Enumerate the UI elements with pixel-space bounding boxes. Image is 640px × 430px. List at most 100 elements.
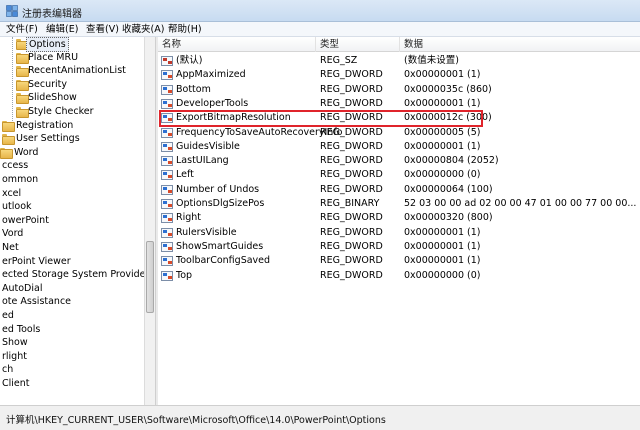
tree-item-label: User Settings <box>16 133 80 145</box>
value-type: REG_DWORD <box>320 240 383 252</box>
tree-item-show[interactable]: Show <box>0 336 144 349</box>
value-data: 0x00000000 (0) <box>404 269 481 281</box>
folder-icon <box>16 93 29 105</box>
tree-item-net[interactable]: Net <box>0 241 144 254</box>
tree-item-access[interactable]: ccess <box>0 159 144 172</box>
tree-item-remote-assistance[interactable]: ote Assistance <box>0 295 144 308</box>
value-data: 0x00000001 (1) <box>404 240 481 252</box>
menu-help[interactable]: 帮助(H) <box>166 23 204 36</box>
tree-item-options[interactable]: Options <box>0 37 144 52</box>
tree-scrollbar[interactable] <box>144 37 155 405</box>
value-data: 0x00000320 (800) <box>404 212 493 224</box>
list-item-highlighted[interactable]: ExportBitmapResolution REG_DWORD 0x00000… <box>158 111 640 125</box>
tree-item-label: Show <box>2 337 28 349</box>
value-type: REG_SZ <box>320 55 358 66</box>
tree-item-outlook[interactable]: utlook <box>0 200 144 213</box>
tree-scrollbar-thumb[interactable] <box>146 241 154 313</box>
menu-edit[interactable]: 编辑(E) <box>44 23 80 36</box>
tree-item-client[interactable]: Client <box>0 377 144 390</box>
list-item[interactable]: (默认) REG_SZ (数值未设置) <box>158 54 640 68</box>
value-type: REG_DWORD <box>320 155 383 167</box>
tree-item-label: ed <box>2 310 14 321</box>
menu-bar: 文件(F) 编辑(E) 查看(V) 收藏夹(A) 帮助(H) <box>0 22 640 37</box>
tree-item-security[interactable]: Security <box>0 78 144 91</box>
list-item[interactable]: AppMaximized REG_DWORD 0x00000001 (1) <box>158 68 640 82</box>
list-item[interactable]: FrequencyToSaveAutoRecoveryInfo REG_DWOR… <box>158 126 640 140</box>
binary-value-icon <box>161 70 173 81</box>
menu-file[interactable]: 文件(F) <box>4 23 40 36</box>
tree-item-rlight[interactable]: rlight <box>0 350 144 363</box>
tree-item-registration[interactable]: Registration <box>0 119 144 132</box>
value-data: 52 03 00 00 ad 02 00 00 47 01 00 00 77 0… <box>404 198 636 209</box>
tree-item-label: Client <box>2 378 30 389</box>
folder-icon <box>0 147 13 159</box>
list-item[interactable]: LastUILang REG_DWORD 0x00000804 (2052) <box>158 154 640 168</box>
value-name: (默认) <box>176 55 203 66</box>
value-data: 0x00000001 (1) <box>404 69 481 81</box>
tree-item-word-2[interactable]: Vord <box>0 227 144 240</box>
list-item[interactable]: GuidesVisible REG_DWORD 0x00000001 (1) <box>158 140 640 154</box>
list-item[interactable]: ToolbarConfigSaved REG_DWORD 0x00000001 … <box>158 254 640 268</box>
list-item[interactable]: Top REG_DWORD 0x00000000 (0) <box>158 269 640 283</box>
list-item[interactable]: ShowSmartGuides REG_DWORD 0x00000001 (1) <box>158 240 640 254</box>
list-item[interactable]: OptionsDlgSizePos REG_BINARY 52 03 00 00… <box>158 197 640 211</box>
string-value-icon <box>161 56 173 66</box>
list-item[interactable]: RulersVisible REG_DWORD 0x00000001 (1) <box>158 226 640 240</box>
binary-value-icon <box>161 270 173 281</box>
list-item[interactable]: DeveloperTools REG_DWORD 0x00000001 (1) <box>158 97 640 111</box>
value-name: OptionsDlgSizePos <box>176 198 265 209</box>
value-type: REG_BINARY <box>320 198 380 209</box>
tree-item-protected-storage[interactable]: ected Storage System Provider <box>0 268 149 281</box>
tree-item-place-mru[interactable]: Place MRU <box>0 51 144 64</box>
value-data: 0x00000001 (1) <box>404 97 481 109</box>
tree-item-slideshow[interactable]: SlideShow <box>0 91 144 105</box>
menu-view[interactable]: 查看(V) <box>84 23 121 36</box>
value-type: REG_DWORD <box>320 69 383 81</box>
value-data: 0x00000001 (1) <box>404 140 481 152</box>
window-title: 注册表编辑器 <box>22 9 82 20</box>
tree-item-label: rlight <box>2 350 27 362</box>
tree-item-ed-tools[interactable]: ed Tools <box>0 323 144 336</box>
tree-item-excel[interactable]: xcel <box>0 187 144 200</box>
binary-value-icon <box>161 184 173 195</box>
folder-icon <box>16 107 29 118</box>
binary-value-icon <box>161 227 173 238</box>
tree-item-powerpoint[interactable]: owerPoint <box>0 214 144 227</box>
tree-item-label: ote Assistance <box>2 296 72 308</box>
tree-item-ch[interactable]: ch <box>0 363 144 376</box>
tree-item-label: ccess <box>2 160 29 172</box>
tree-item-word[interactable]: Word <box>0 146 144 159</box>
tree-item-label: utlook <box>2 201 32 213</box>
registry-key-tree[interactable]: Options Place MRU RecentAnimationList Se… <box>0 37 155 405</box>
value-type: REG_DWORD <box>320 269 383 281</box>
tree-item-ed[interactable]: ed <box>0 309 144 322</box>
binary-value-icon <box>161 113 173 124</box>
tree-item-recent-animation-list[interactable]: RecentAnimationList <box>0 64 144 78</box>
list-item[interactable]: Left REG_DWORD 0x00000000 (0) <box>158 168 640 182</box>
folder-icon <box>16 52 29 64</box>
column-header-name[interactable]: 名称 <box>158 37 316 52</box>
tree-item-label: Registration <box>16 119 74 131</box>
value-name: Left <box>176 169 194 181</box>
tree-item-common[interactable]: ommon <box>0 173 144 186</box>
menu-favorites[interactable]: 收藏夹(A) <box>120 23 166 36</box>
column-header-data[interactable]: 数据 <box>400 37 640 52</box>
tree-item-label: xcel <box>2 187 22 199</box>
tree-item-label: ected Storage System Provider <box>2 269 150 281</box>
value-type: REG_DWORD <box>320 183 383 195</box>
value-name: LastUILang <box>176 155 229 167</box>
tree-item-autodial[interactable]: AutoDial <box>0 282 144 295</box>
tree-item-label: RecentAnimationList <box>28 65 126 77</box>
binary-value-icon <box>161 84 173 95</box>
column-header-type[interactable]: 类型 <box>316 37 400 52</box>
list-item[interactable]: Number of Undos REG_DWORD 0x00000064 (10… <box>158 183 640 197</box>
list-item[interactable]: Bottom REG_DWORD 0x0000035c (860) <box>158 83 640 97</box>
tree-item-style-checker[interactable]: Style Checker <box>0 105 144 118</box>
list-item[interactable]: Right REG_DWORD 0x00000320 (800) <box>158 211 640 225</box>
registry-values-list: 名称 类型 数据 (默认) REG_SZ (数值未设置) AppMaximize… <box>158 37 640 405</box>
tree-item-user-settings[interactable]: User Settings <box>0 132 144 146</box>
value-data: 0x00000064 (100) <box>404 183 493 195</box>
tree-item-label: AutoDial <box>2 282 43 294</box>
tree-item-powerpoint-viewer[interactable]: erPoint Viewer <box>0 255 144 268</box>
value-name: AppMaximized <box>176 69 246 81</box>
